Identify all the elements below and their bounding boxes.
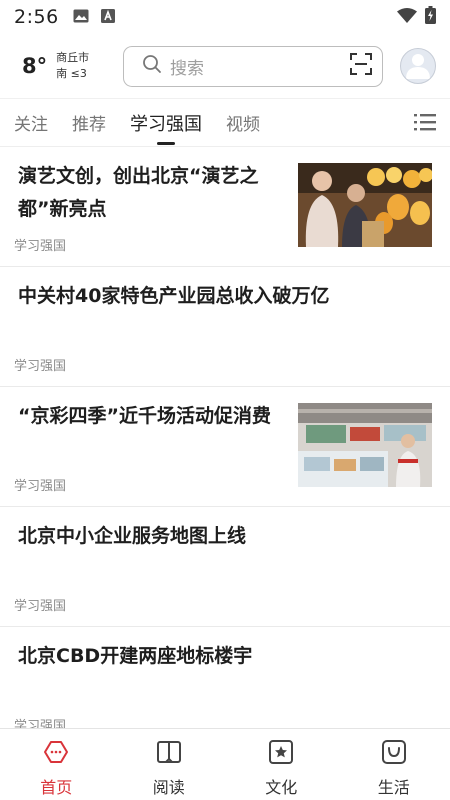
search-input[interactable]: 搜索 [123,45,383,87]
tab-xuexi-qiangguo[interactable]: 学习强国 [130,99,202,147]
article-title-line2: 都”新亮点 [18,198,107,220]
nav-label: 生活 [377,778,410,797]
weather-wind: 南 ≤3 [56,67,87,80]
list-menu-icon[interactable] [414,112,436,136]
book-icon [156,739,182,769]
channel-tabs: 关注 推荐 学习强国 视频 [0,98,450,146]
list-item[interactable]: 演艺文创，创出北京“演艺之 都”新亮点 学习强国 [0,147,450,267]
tab-follow[interactable]: 关注 [14,99,48,147]
nav-culture[interactable]: 文化 [225,729,338,800]
status-bar: 2:56 [0,0,450,34]
nav-read[interactable]: 阅读 [113,729,226,800]
article-title: 北京中小企业服务地图上线 [18,525,247,547]
article-title: “京彩四季”近千场活动促消费 [18,405,271,427]
article-title: 演艺文创，创出北京“演艺之 [18,165,259,187]
tab-video[interactable]: 视频 [226,99,260,147]
weather-info: 商丘市 南 ≤3 [56,50,89,82]
avatar-icon [403,49,433,83]
search-placeholder: 搜索 [170,58,204,79]
image-icon [73,8,89,27]
news-feed[interactable]: 演艺文创，创出北京“演艺之 都”新亮点 学习强国 中关村40家特色产业园总收入破… [0,146,450,728]
life-bag-icon [381,739,407,769]
nav-life[interactable]: 生活 [338,729,450,800]
culture-star-icon [268,739,294,769]
list-item[interactable]: 北京CBD开建两座地标楼宇 学习强国 [0,627,450,728]
nav-home[interactable]: 首页 [0,729,113,800]
article-source: 学习强国 [14,239,67,254]
wifi-icon [397,7,417,27]
article-thumbnail [298,403,432,487]
article-source: 学习强国 [14,599,67,614]
weather-widget[interactable]: 8° 商丘市 南 ≤3 [22,50,118,82]
nav-label: 首页 [40,778,73,797]
article-thumbnail [298,163,432,247]
text-a-icon [100,8,115,27]
scan-icon[interactable] [350,53,372,79]
search-icon [142,54,162,78]
article-source: 学习强国 [14,479,67,494]
tab-recommend[interactable]: 推荐 [72,99,106,147]
battery-charging-icon [425,6,436,28]
status-icons-left [73,8,115,27]
header: 8° 商丘市 南 ≤3 搜索 [0,34,450,98]
home-icon [43,739,69,769]
article-source: 学习强国 [14,359,67,374]
temperature: 8° [22,54,48,78]
weather-city: 商丘市 [56,51,90,64]
bottom-nav: 首页 阅读 文化 生活 [0,728,450,800]
article-title: 中关村40家特色产业园总收入破万亿 [18,285,330,307]
list-item[interactable]: 北京中小企业服务地图上线 学习强国 [0,507,450,627]
status-icons-right [397,6,436,28]
status-time: 2:56 [14,6,59,28]
article-title: 北京CBD开建两座地标楼宇 [18,645,253,667]
list-item[interactable]: “京彩四季”近千场活动促消费 学习强国 [0,387,450,507]
article-source: 学习强国 [14,719,67,728]
nav-label: 文化 [265,778,298,797]
nav-label: 阅读 [152,778,185,797]
list-item[interactable]: 中关村40家特色产业园总收入破万亿 学习强国 [0,267,450,387]
avatar[interactable] [400,48,436,84]
